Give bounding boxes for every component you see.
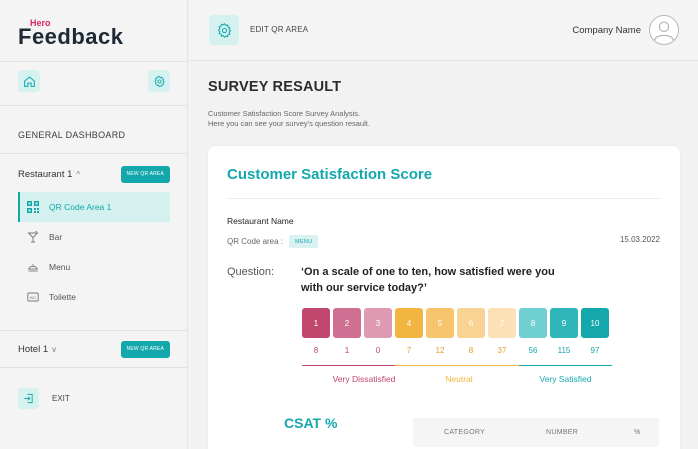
group-toggle[interactable]: Restaurant 1 ^ [18, 169, 80, 180]
user-icon [654, 21, 674, 41]
rating-bands [302, 365, 612, 366]
home-icon [23, 75, 35, 87]
divider [227, 198, 661, 199]
new-qr-area-button[interactable]: NEW QR AREA [120, 165, 170, 183]
page-description-line: Customer Satisfaction Score Survey Analy… [208, 109, 361, 118]
group-label: Hotel 1 [18, 343, 49, 355]
rating-cell-9: 9 [550, 308, 578, 338]
question-label: Question: [227, 266, 275, 278]
rating-cell-10: 10 [581, 308, 609, 338]
qr-area-chip: MENU [289, 235, 319, 248]
exit-label: EXIT [52, 394, 70, 403]
rating-cell-8: 8 [519, 308, 547, 338]
chevron-down-icon: v [52, 344, 57, 354]
avatar[interactable] [649, 15, 679, 45]
sidebar-item-bar[interactable]: Bar [18, 222, 170, 252]
divider [0, 330, 188, 331]
group-label: Restaurant 1 [18, 168, 73, 180]
divider [0, 61, 188, 62]
gear-icon [217, 22, 231, 38]
table-header-percent: % [634, 429, 641, 436]
band-label-neutral: Neutral [445, 374, 473, 384]
rating-cell-3: 3 [364, 308, 392, 338]
qr-code-area-label: QR Code area : [227, 237, 284, 246]
rating-count-6: 8 [468, 346, 474, 355]
rating-cell-6: 6 [457, 308, 485, 338]
chevron-up-icon: ^ [76, 169, 81, 179]
sidebar-item-label: Toilette [49, 292, 76, 302]
company-name[interactable]: Company Name [572, 25, 641, 36]
home-button[interactable] [18, 70, 40, 92]
page-description-line: Here you can see your survey's question … [208, 119, 370, 128]
rating-count-8: 56 [528, 346, 538, 355]
band-label-very-satisfied: Very Satisfied [539, 374, 592, 384]
edit-qr-area-label[interactable]: EDIT QR AREA [250, 25, 308, 34]
qr-code-icon [27, 201, 39, 213]
rating-count-10: 97 [590, 346, 600, 355]
band-label-very-dissatisfied: Very Dissatisfied [332, 374, 396, 384]
question-text: ‘On a scale of one to ten, how satisfied… [301, 264, 601, 296]
rating-cell-1: 1 [302, 308, 330, 338]
topbar: EDIT QR AREA Company Name [189, 0, 698, 61]
csat-title: CSAT % [284, 415, 338, 431]
rating-scale: 1 2 3 4 5 6 7 8 9 10 [302, 308, 609, 338]
sidebar-item-toilette[interactable]: WC Toilette [18, 282, 170, 312]
exit-icon [18, 388, 39, 409]
group-restaurant-1: Restaurant 1 ^ NEW QR AREA [18, 165, 170, 183]
rating-count-1: 8 [313, 346, 319, 355]
rating-cell-4: 4 [395, 308, 423, 338]
group-toggle[interactable]: Hotel 1 v [18, 344, 56, 355]
rating-cell-7: 7 [488, 308, 516, 338]
page-title: SURVEY RESAULT [208, 79, 342, 95]
card-title: Customer Satisfaction Score [227, 166, 433, 183]
sidebar-item-qr-code-area-1[interactable]: QR Code Area 1 [18, 192, 170, 222]
wc-icon: WC [27, 291, 39, 303]
sidebar: Hero Feedback GENERAL DASHBOARD Restaura… [0, 0, 188, 449]
table-header-number: NUMBER [546, 429, 579, 436]
page-description: Customer Satisfaction Score Survey Analy… [208, 109, 370, 129]
sidebar-item-label: Bar [49, 232, 63, 242]
band-line-dissatisfied [302, 365, 395, 366]
group-hotel-1: Hotel 1 v NEW QR AREA [18, 340, 170, 358]
rating-cell-5: 5 [426, 308, 454, 338]
dish-icon [27, 261, 39, 273]
divider [0, 105, 188, 106]
settings-button[interactable] [148, 70, 170, 92]
band-line-neutral [395, 365, 519, 366]
logo-name-text: Feedback [18, 24, 124, 49]
question-text-line: ‘On a scale of one to ten, how satisfied… [301, 266, 555, 278]
rating-count-4: 7 [406, 346, 412, 355]
svg-text:WC: WC [30, 295, 37, 300]
qr-code-area-line: QR Code area : MENU [227, 235, 319, 248]
gear-icon [153, 75, 165, 87]
cocktail-icon [27, 231, 39, 243]
rating-count-2: 1 [344, 346, 350, 355]
sidebar-item-label: Menu [49, 262, 71, 272]
restaurant-name: Restaurant Name [227, 216, 294, 226]
band-line-satisfied [519, 365, 612, 366]
divider [0, 153, 188, 154]
sidebar-item-label: QR Code Area 1 [49, 202, 112, 212]
general-dashboard-heading: GENERAL DASHBOARD [18, 130, 126, 140]
rating-counts: 8 1 0 7 12 8 37 56 115 97 [302, 346, 609, 355]
csat-card: Customer Satisfaction Score Restaurant N… [208, 146, 680, 449]
rating-count-3: 0 [375, 346, 381, 355]
question-text-line: with our service today?’ [301, 282, 427, 294]
edit-qr-area-button[interactable] [209, 15, 239, 45]
table-header-category: CATEGORY [444, 429, 486, 436]
rating-count-5: 12 [435, 346, 445, 355]
csat-table-header: CATEGORY NUMBER % [413, 418, 659, 447]
survey-date: 15.03.2022 [619, 235, 660, 244]
rating-count-9: 115 [557, 346, 571, 355]
rating-cell-2: 2 [333, 308, 361, 338]
exit-button[interactable]: EXIT [18, 388, 70, 409]
rating-count-7: 37 [497, 346, 507, 355]
sidebar-item-menu[interactable]: Menu [18, 252, 170, 282]
divider [0, 367, 188, 368]
new-qr-area-button[interactable]: NEW QR AREA [120, 340, 170, 358]
